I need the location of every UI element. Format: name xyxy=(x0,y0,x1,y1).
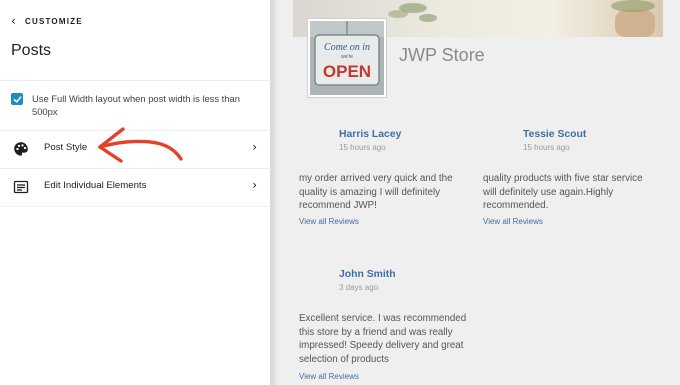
menu-item-label: Post Style xyxy=(44,142,88,153)
review-time: 3 days ago xyxy=(339,283,379,292)
review-author: John Smith xyxy=(339,269,396,280)
back-label: CUSTOMIZE xyxy=(25,16,83,26)
divider xyxy=(0,80,271,81)
store-name: JWP Store xyxy=(399,45,485,65)
view-all-reviews-link[interactable]: View all Reviews xyxy=(299,217,359,226)
full-width-option: Use Full Width layout when post width is… xyxy=(11,92,263,118)
menu-item-edit-individual-elements[interactable]: Edit Individual Elements › xyxy=(0,169,271,205)
menu-item-label: Edit Individual Elements xyxy=(44,180,147,191)
back-to-customize-button[interactable]: ‹ CUSTOMIZE xyxy=(11,14,83,28)
panel-shadow xyxy=(271,0,279,385)
chevron-right-icon: › xyxy=(252,140,257,154)
palette-icon xyxy=(13,141,29,157)
svg-text:OPEN: OPEN xyxy=(323,62,371,81)
full-width-label: Use Full Width layout when post width is… xyxy=(32,93,240,117)
review-author: Tessie Scout xyxy=(523,129,587,140)
site-preview: Come on in we're OPEN JWP Store Harris L… xyxy=(271,0,680,385)
store-avatar: Come on in we're OPEN xyxy=(308,19,386,97)
full-width-checkbox[interactable] xyxy=(11,93,23,105)
panel-title: Posts xyxy=(11,42,52,59)
chevron-right-icon: › xyxy=(252,178,257,192)
review-text: my order arrived very quick and the qual… xyxy=(299,173,453,211)
review-time: 15 hours ago xyxy=(523,143,570,152)
review-time: 15 hours ago xyxy=(339,143,386,152)
view-all-reviews-link[interactable]: View all Reviews xyxy=(483,217,543,226)
elements-icon xyxy=(13,179,29,195)
review-text: Excellent service. I was recommended thi… xyxy=(299,313,467,365)
customize-panel: ‹ CUSTOMIZE Posts Use Full Width layout … xyxy=(0,0,271,385)
review-text: quality products with five star service … xyxy=(483,173,643,211)
svg-text:we're: we're xyxy=(341,54,353,60)
view-all-reviews-link[interactable]: View all Reviews xyxy=(299,372,359,381)
svg-text:Come on in: Come on in xyxy=(324,42,370,53)
menu-item-post-style[interactable]: Post Style › xyxy=(0,131,271,167)
checkmark-icon xyxy=(13,95,21,103)
review-author: Harris Lacey xyxy=(339,129,402,140)
divider xyxy=(0,206,271,207)
open-sign-image: Come on in we're OPEN xyxy=(310,21,384,95)
chevron-left-icon: ‹ xyxy=(11,14,16,28)
